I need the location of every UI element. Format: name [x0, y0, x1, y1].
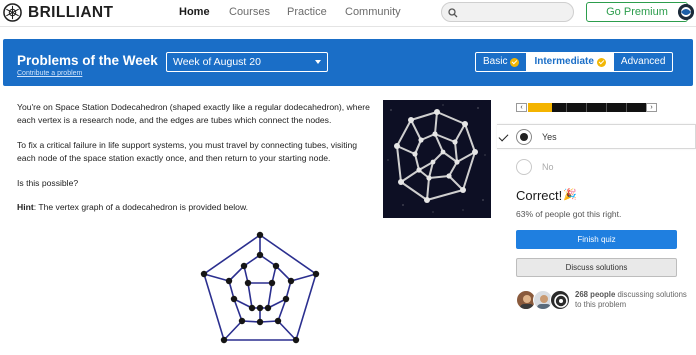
discussion-summary[interactable]: 268 people discussing solutions to this … [516, 288, 687, 314]
nav-home[interactable]: Home [179, 6, 210, 18]
user-avatar-icon [678, 4, 694, 20]
progress-tick [586, 103, 587, 112]
answer-label: Yes [542, 132, 557, 142]
avatar [550, 290, 570, 310]
success-rate: 63% of people got this right. [516, 209, 622, 219]
graph-diagram [200, 231, 320, 344]
problem-question: Is this possible? [17, 177, 79, 188]
tab-intermediate[interactable]: Intermediate [526, 53, 613, 71]
progress-tick [626, 103, 627, 112]
hint-text: : The vertex graph of a dodecahedron is … [33, 202, 249, 213]
chevron-right-icon[interactable]: › [646, 103, 657, 112]
brilliant-logo[interactable]: BRILLIANT [3, 3, 113, 22]
dodecahedron-illustration [383, 100, 491, 218]
problems-of-week-header: Problems of the Week Contribute a proble… [3, 39, 693, 86]
finish-quiz-button[interactable]: Finish quiz [516, 230, 677, 249]
problem-paragraph: You're on Space Station Dodecahedron (sh… [17, 102, 370, 126]
progress-tick [606, 103, 607, 112]
user-avatar[interactable] [678, 4, 694, 20]
tab-basic-label: Basic [483, 56, 508, 67]
brand-name: BRILLIANT [28, 3, 114, 21]
go-premium-button[interactable]: Go Premium [586, 2, 688, 22]
top-navigation: BRILLIANT Home Courses Practice Communit… [0, 0, 696, 27]
dodecahedron-vertex-graph [196, 226, 324, 350]
brilliant-logo-icon [3, 3, 22, 22]
answer-choice-no[interactable]: No [497, 155, 696, 180]
nav-community[interactable]: Community [345, 6, 401, 18]
search-icon [448, 8, 458, 18]
answer-label: No [542, 162, 554, 172]
week-dropdown[interactable]: Week of August 20 [166, 52, 328, 72]
contribute-problem-link[interactable]: Contribute a problem [17, 70, 82, 77]
problem-hint: Hint: The vertex graph of a dodecahedron… [17, 201, 372, 214]
tab-basic[interactable]: Basic [476, 53, 526, 71]
tab-advanced[interactable]: Advanced [612, 53, 672, 71]
week-dropdown-value: Week of August 20 [173, 56, 261, 68]
problem-progress-slider[interactable]: ‹ › [516, 103, 657, 112]
discussion-count: 268 people [575, 290, 616, 299]
checkmark-icon [498, 131, 509, 142]
search-input[interactable] [441, 2, 574, 22]
problem-statement: You're on Space Station Dodecahedron (sh… [17, 101, 372, 225]
nav-practice[interactable]: Practice [287, 6, 327, 18]
discussion-text: 268 people discussing solutions to this … [575, 290, 687, 310]
nav-courses[interactable]: Courses [229, 6, 270, 18]
completed-check-icon [510, 57, 520, 67]
completed-check-icon [596, 57, 606, 67]
answer-choice-yes[interactable]: Yes [497, 124, 696, 149]
discuss-solutions-button[interactable]: Discuss solutions [516, 258, 677, 277]
page-title: Problems of the Week [17, 53, 158, 68]
level-tabs: Basic Intermediate Advanced [475, 52, 674, 72]
result-status: Correct! [516, 188, 563, 203]
chevron-left-icon[interactable]: ‹ [516, 103, 527, 112]
tab-advanced-label: Advanced [620, 56, 666, 67]
radio-yes[interactable] [516, 129, 532, 145]
radio-no[interactable] [516, 159, 532, 175]
dodecahedron-station-image [383, 100, 491, 218]
party-popper-icon: 🎉 [563, 189, 577, 201]
hint-label: Hint [17, 202, 34, 213]
tab-intermediate-label: Intermediate [534, 56, 594, 67]
problem-paragraph: To fix a critical failure in life suppor… [17, 139, 358, 164]
progress-tick [566, 103, 567, 112]
progress-fill [528, 103, 552, 112]
participant-avatars [516, 290, 572, 312]
chevron-down-icon [315, 60, 321, 64]
